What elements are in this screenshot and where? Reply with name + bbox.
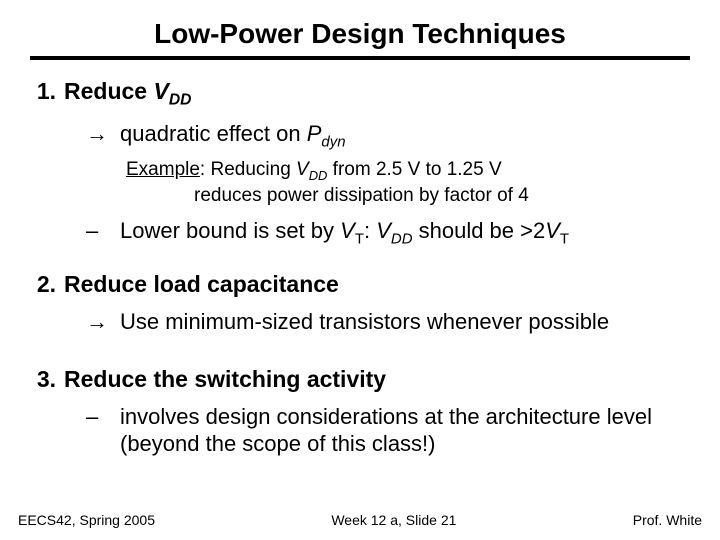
sub-dyn: dyn: [321, 133, 345, 150]
sub-t: T: [355, 231, 364, 248]
arrow-icon: →: [86, 121, 120, 147]
var-v: V: [340, 218, 355, 243]
sub-t: T: [560, 231, 569, 248]
text: Lower bound is set by: [120, 218, 340, 243]
example-label: Example: [126, 159, 200, 180]
item-number: 2.: [30, 271, 64, 298]
text: quadratic effect on: [120, 121, 307, 146]
arrow-icon: →: [86, 309, 120, 335]
slide-title: Low-Power Design Techniques: [30, 18, 690, 50]
sub-dd: DD: [309, 167, 328, 182]
title-rule: [30, 56, 690, 60]
item-text: Reduce VDD: [64, 78, 191, 110]
example-line2: reduces power dissipation by factor of 4: [194, 184, 690, 208]
item-text: Reduce the switching activity: [64, 366, 386, 393]
footer-left: EECS42, Spring 2005: [18, 512, 155, 528]
subitem-minsize: → Use minimum-sized transistors whenever…: [86, 308, 690, 336]
slide: Low-Power Design Techniques 1. Reduce VD…: [0, 0, 720, 540]
subitem-lowerbound: – Lower bound is set by VT: VDD should b…: [86, 217, 690, 249]
text: Reduce: [64, 78, 153, 104]
footer-center: Week 12 a, Slide 21: [331, 512, 456, 528]
list-item-2: 2. Reduce load capacitance: [30, 271, 690, 298]
sub-dd: DD: [391, 231, 413, 248]
list-item-1: 1. Reduce VDD: [30, 78, 690, 110]
subitem-quadratic: → quadratic effect on Pdyn: [86, 120, 690, 152]
subitem-text: involves design considerations at the ar…: [120, 403, 690, 458]
example-block: Example: Reducing VDD from 2.5 V to 1.25…: [126, 158, 690, 208]
slide-footer: EECS42, Spring 2005 Week 12 a, Slide 21 …: [0, 512, 720, 528]
var-p: P: [307, 121, 322, 146]
item-number: 3.: [30, 366, 64, 393]
var-v: V: [296, 159, 309, 180]
var-v: V: [376, 218, 391, 243]
subitem-text: Lower bound is set by VT: VDD should be …: [120, 217, 569, 249]
text: should be >2: [413, 218, 546, 243]
text: : Reducing: [200, 159, 296, 180]
footer-right: Prof. White: [633, 512, 702, 528]
example-line1: Example: Reducing VDD from 2.5 V to 1.25…: [126, 158, 690, 184]
text: :: [364, 218, 376, 243]
subitem-text: Use minimum-sized transistors whenever p…: [120, 308, 609, 336]
sub-dd: DD: [169, 92, 192, 109]
text: from 2.5 V to 1.25 V: [327, 159, 501, 180]
item-text: Reduce load capacitance: [64, 271, 339, 298]
dash-icon: –: [86, 218, 120, 244]
var-v: V: [153, 78, 168, 104]
var-v: V: [545, 218, 560, 243]
subitem-architecture: – involves design considerations at the …: [86, 403, 690, 458]
subitem-text: quadratic effect on Pdyn: [120, 120, 346, 152]
list-item-3: 3. Reduce the switching activity: [30, 366, 690, 393]
item-number: 1.: [30, 78, 64, 105]
dash-icon: –: [86, 404, 120, 430]
